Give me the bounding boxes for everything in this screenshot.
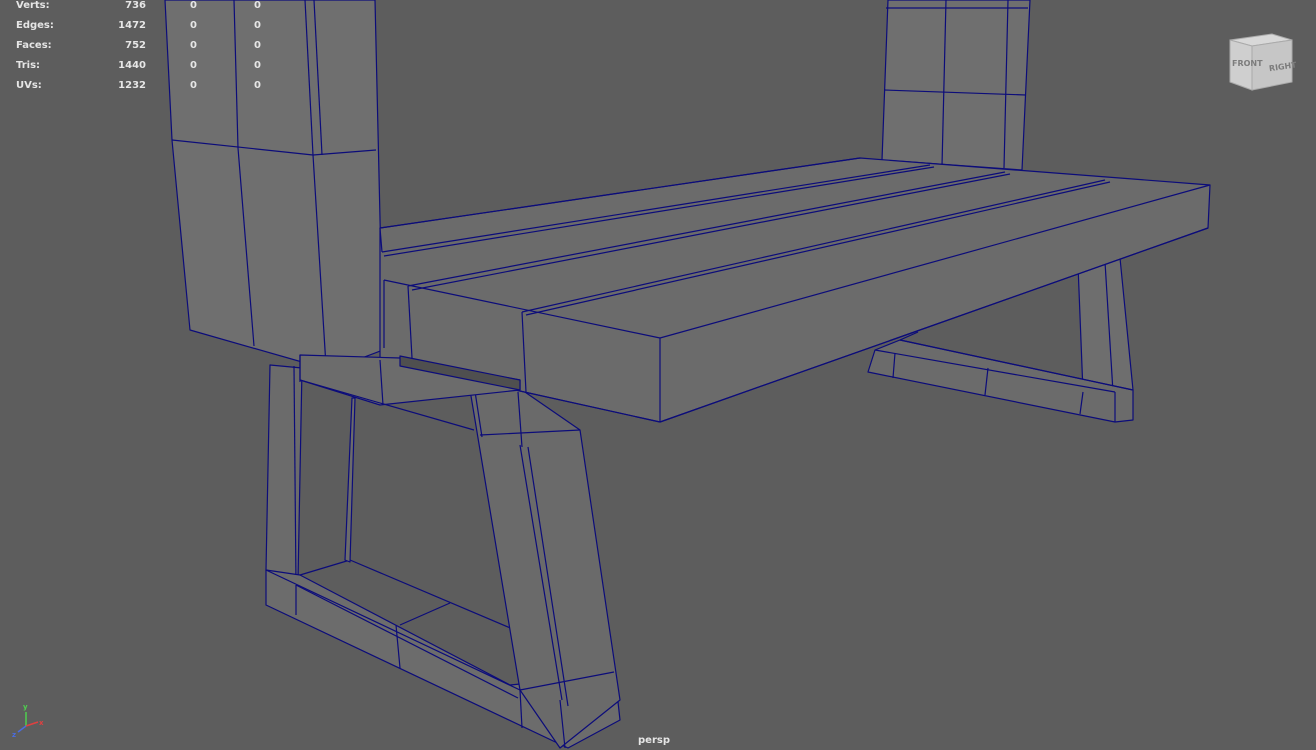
hud-value: 0	[254, 20, 261, 31]
front-leg-frame	[265, 364, 621, 749]
viewcube-front-label[interactable]: FRONT	[1232, 59, 1263, 68]
hud-value: 736	[125, 0, 146, 11]
view-cube[interactable]: FRONT RIGHT	[1226, 28, 1296, 94]
z-axis-label: z	[12, 731, 16, 739]
perspective-viewport[interactable]: Verts: 736 0 0 Edges: 1472 0 0 Faces: 75…	[0, 0, 1316, 750]
hud-label: Tris:	[16, 60, 41, 71]
x-axis-line	[25, 721, 39, 727]
hud-value: 0	[190, 80, 197, 91]
hud-value: 0	[190, 60, 197, 71]
hud-row-uvs: UVs: 1232 0 0	[16, 80, 276, 94]
camera-name-label: persp	[638, 735, 670, 746]
axis-gizmo: y x z	[12, 703, 44, 739]
hud-value: 0	[190, 20, 197, 31]
hud-label: Verts:	[16, 0, 50, 11]
hud-label: Edges:	[16, 20, 54, 31]
hud-value: 0	[254, 80, 261, 91]
hud-row-edges: Edges: 1472 0 0	[16, 20, 276, 34]
hud-row-verts: Verts: 736 0 0	[16, 0, 276, 14]
y-axis-label: y	[23, 703, 28, 711]
hud-row-tris: Tris: 1440 0 0	[16, 60, 276, 74]
hud-value: 1440	[118, 60, 146, 71]
z-axis-line	[17, 725, 27, 733]
hud-value: 1232	[118, 80, 146, 91]
bench-mesh	[164, 0, 1211, 749]
hud-value: 0	[254, 40, 261, 51]
hud-value: 0	[254, 60, 261, 71]
hud-value: 0	[190, 40, 197, 51]
hud-row-faces: Faces: 752 0 0	[16, 40, 276, 54]
hud-value: 752	[125, 40, 146, 51]
hud-value: 1472	[118, 20, 146, 31]
hud-label: Faces:	[16, 40, 52, 51]
right-back-post	[881, 0, 1031, 171]
x-axis-label: x	[39, 719, 44, 727]
left-back-post	[164, 0, 384, 371]
hud-value: 0	[254, 0, 261, 11]
hud-label: UVs:	[16, 80, 42, 91]
hud-value: 0	[190, 0, 197, 11]
